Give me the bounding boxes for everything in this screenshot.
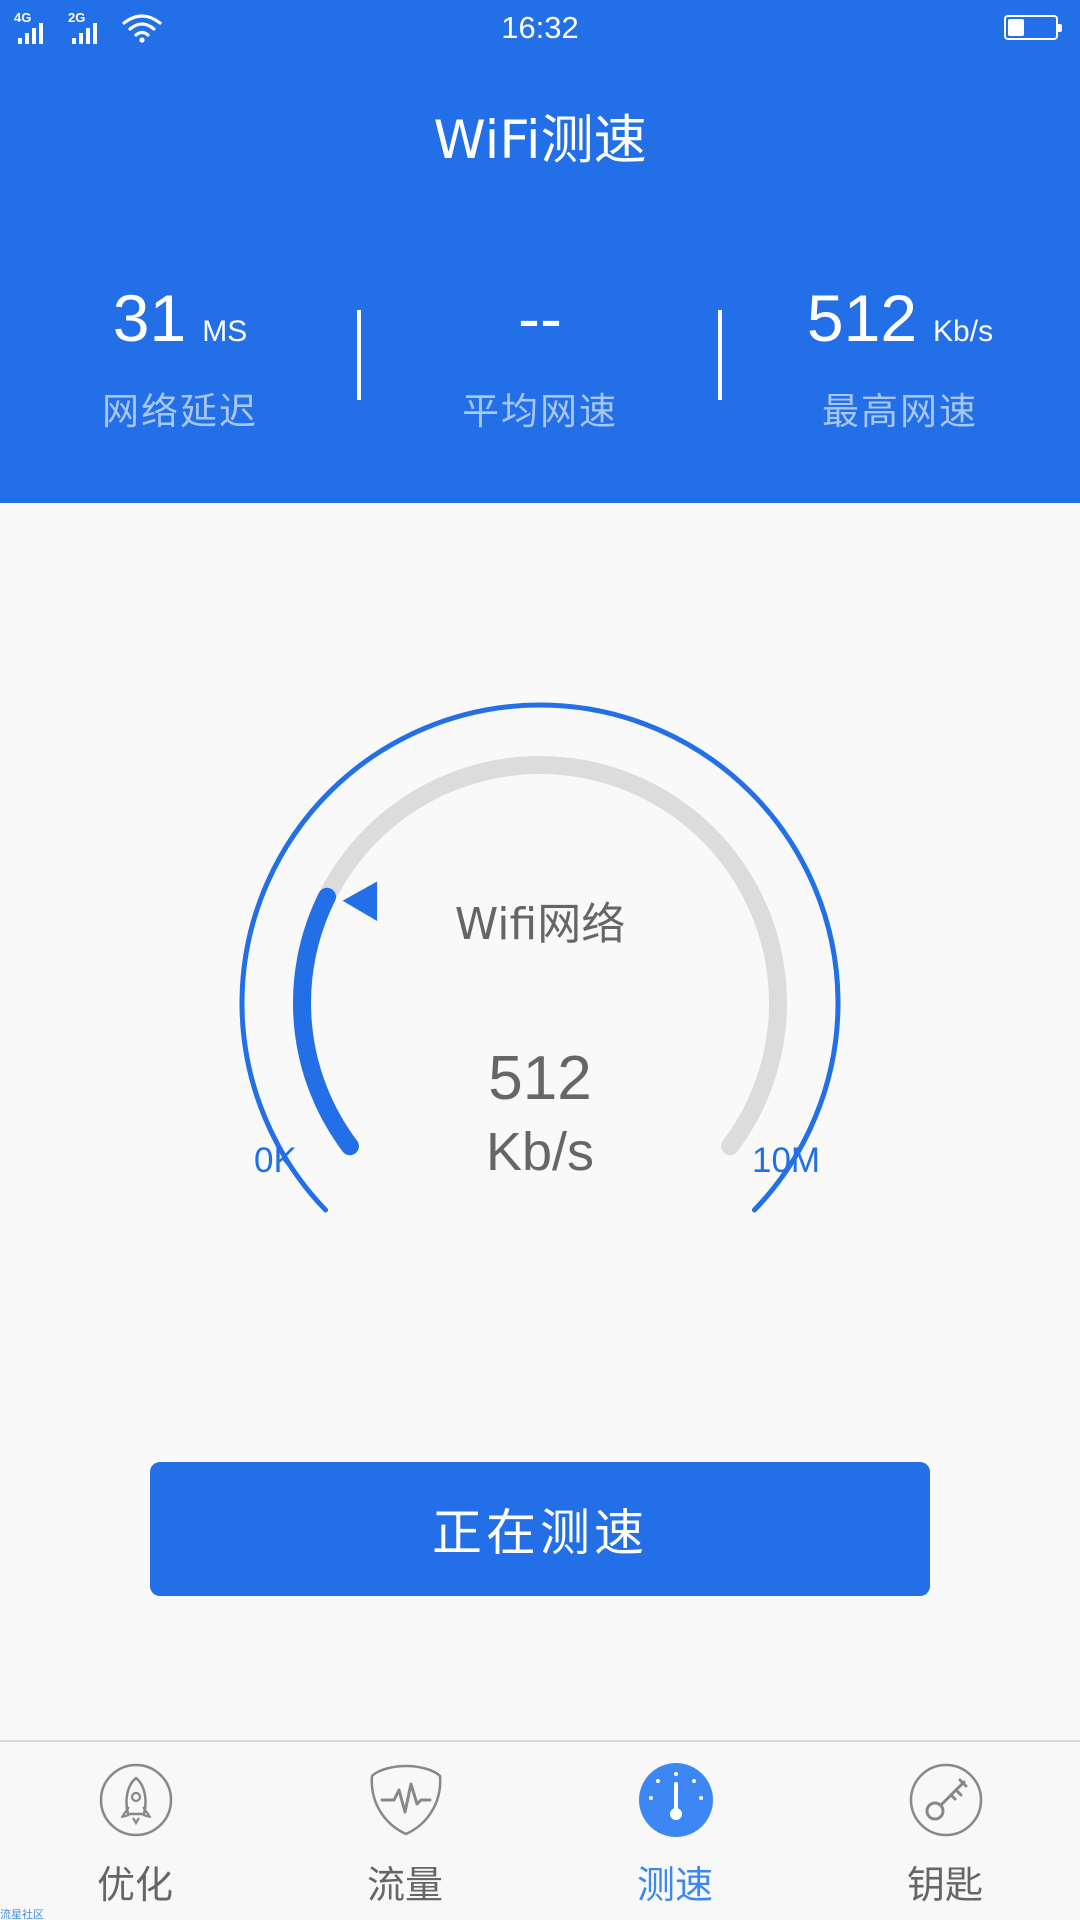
latency-label: 网络延迟 [102, 390, 258, 433]
nav-label: 钥匙 [906, 1863, 983, 1907]
peak-label: 最高网速 [822, 390, 978, 433]
stat-average: -- 平均网速 [390, 280, 690, 435]
speedometer-icon [639, 1763, 713, 1837]
nav-item-optimize[interactable]: 优化 [0, 1742, 270, 1920]
peak-value: 512 [806, 281, 918, 355]
gauge-speed-value: 512 [488, 1044, 592, 1113]
gauge-network-label: Wifi网络 [454, 899, 626, 950]
latency-value: 31 [112, 281, 187, 355]
gauge-min-label: 0K [254, 1141, 297, 1180]
nav-item-key[interactable]: 钥匙 [810, 1742, 1080, 1920]
rocket-icon [99, 1763, 173, 1837]
stat-latency: 31 MS 网络延迟 [30, 280, 330, 435]
nav-label: 流量 [366, 1863, 443, 1907]
pulse-shield-icon [370, 1764, 442, 1836]
peak-unit: Kb/s [933, 315, 994, 348]
key-icon [909, 1763, 983, 1837]
nav-label: 测速 [636, 1863, 713, 1907]
page-title: WiFi测速 [433, 110, 647, 171]
nav-item-speedtest[interactable]: 测速 [540, 1742, 810, 1920]
stat-peak: 512 Kb/s 最高网速 [750, 280, 1050, 435]
gauge-max-label: 10M [752, 1141, 821, 1180]
watermark: 流星社区 [0, 1908, 44, 1920]
latency-unit: MS [202, 315, 248, 348]
status-bar: 4G 2G 16:32 [0, 0, 1080, 58]
battery-icon [1004, 15, 1062, 40]
bottom-nav: 优化 流量 测速 钥匙 [0, 1740, 1080, 1920]
gauge-graphic [239, 702, 841, 1213]
stats-panel: 31 MS 网络延迟 -- 平均网速 512 Kb/s 最高网速 [0, 280, 1080, 440]
nav-label: 优化 [96, 1863, 173, 1907]
battery-level [1008, 19, 1024, 36]
average-label: 平均网速 [462, 390, 618, 433]
header: 4G 2G 16:32 WiFi测速 31 MS 网络延迟 -- 平均网速 51… [0, 0, 1080, 503]
gauge-speed-unit: Kb/s [485, 1122, 595, 1182]
stat-divider [357, 310, 361, 400]
speed-test-button[interactable]: 正在测速 [150, 1462, 930, 1596]
speed-gauge: Wifi网络 512 Kb/s 0K 10M [0, 503, 1080, 1403]
status-time: 16:32 [501, 10, 579, 45]
nav-item-traffic[interactable]: 流量 [270, 1742, 540, 1920]
average-value: -- [518, 281, 562, 355]
stat-divider [718, 310, 722, 400]
